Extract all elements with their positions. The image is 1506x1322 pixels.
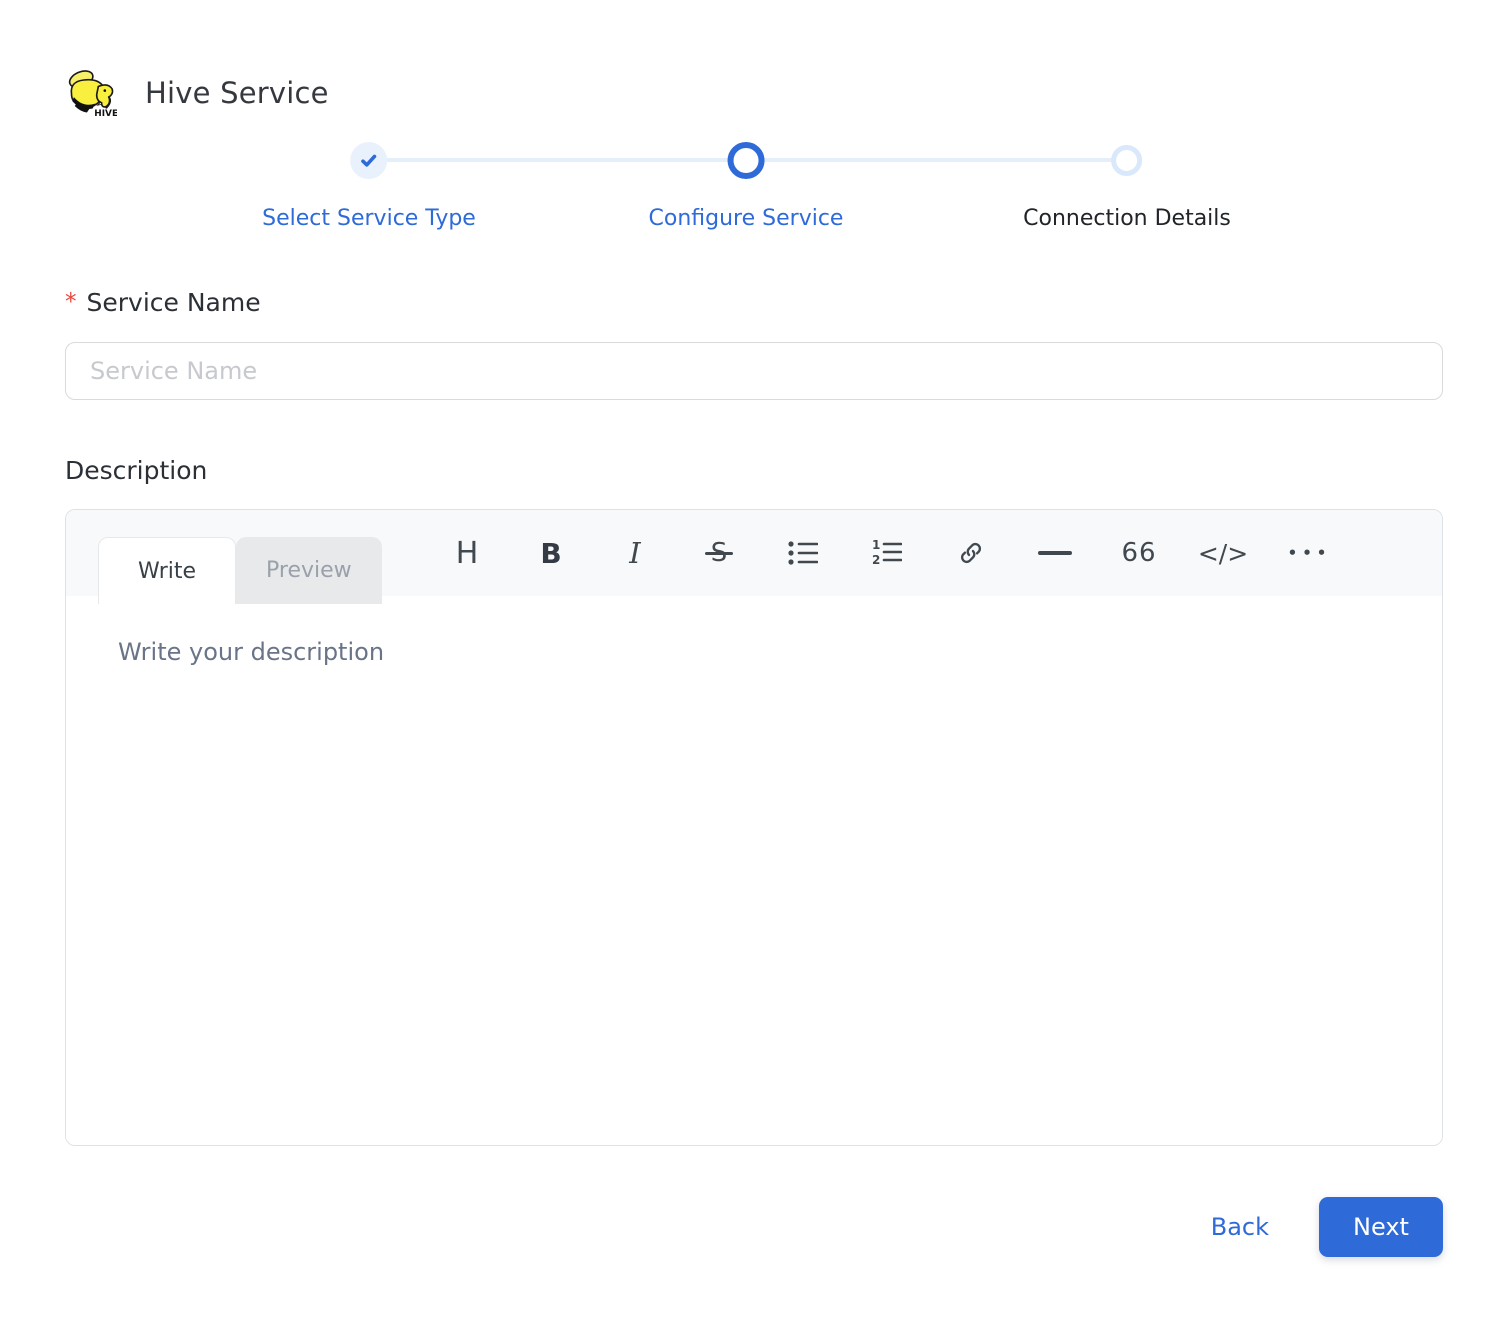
editor-body bbox=[66, 596, 1442, 1145]
horizontal-rule-icon bbox=[1038, 551, 1072, 555]
page-title: Hive Service bbox=[145, 76, 329, 110]
editor-tabs: Write Preview bbox=[98, 537, 382, 604]
heading-icon: H bbox=[456, 536, 479, 571]
horizontal-rule-button[interactable] bbox=[1035, 533, 1075, 573]
ordered-list-icon: 1 2 bbox=[872, 539, 902, 567]
step-select-service-type[interactable]: Select Service Type bbox=[262, 140, 476, 231]
svg-text:HIVE: HIVE bbox=[94, 109, 117, 118]
editor-toolbar: Write Preview H B I S bbox=[66, 510, 1442, 596]
code-icon: </> bbox=[1198, 539, 1248, 568]
next-button[interactable]: Next bbox=[1319, 1197, 1443, 1257]
heading-button[interactable]: H bbox=[447, 533, 487, 573]
strikethrough-icon: S bbox=[711, 538, 728, 568]
description-label-row: Description bbox=[65, 456, 1443, 485]
code-button[interactable]: </> bbox=[1203, 533, 1243, 573]
step-label: Configure Service bbox=[649, 206, 844, 231]
hive-service-wizard-page: HIVE Hive Service Select Service Type bbox=[0, 0, 1506, 1322]
tab-write[interactable]: Write bbox=[98, 537, 236, 604]
unordered-list-icon bbox=[788, 540, 818, 566]
svg-text:1: 1 bbox=[872, 539, 880, 552]
italic-icon: I bbox=[629, 536, 640, 570]
service-name-label: Service Name bbox=[87, 288, 261, 317]
quote-button[interactable]: 66 bbox=[1119, 533, 1159, 573]
stepper: Select Service Type Configure Service Co… bbox=[65, 140, 1443, 240]
ordered-list-button[interactable]: 1 2 bbox=[867, 533, 907, 573]
step-configure-service[interactable]: Configure Service bbox=[649, 140, 844, 231]
page-header: HIVE Hive Service bbox=[65, 0, 1443, 118]
required-asterisk: * bbox=[65, 289, 77, 315]
italic-button[interactable]: I bbox=[615, 533, 655, 573]
more-button[interactable]: ••• bbox=[1287, 533, 1327, 573]
service-name-label-row: * Service Name bbox=[65, 288, 1443, 317]
step-completed-indicator bbox=[350, 142, 387, 179]
service-name-input[interactable] bbox=[65, 342, 1443, 400]
strikethrough-button[interactable]: S bbox=[699, 533, 739, 573]
quote-icon: 66 bbox=[1121, 538, 1156, 568]
unordered-list-button[interactable] bbox=[783, 533, 823, 573]
editor-toolbar-icons: H B I S bbox=[447, 510, 1327, 596]
link-button[interactable] bbox=[951, 533, 991, 573]
step-label: Connection Details bbox=[1023, 206, 1231, 231]
back-button[interactable]: Back bbox=[1211, 1213, 1269, 1241]
check-icon bbox=[359, 151, 378, 170]
step-connection-details[interactable]: Connection Details bbox=[1023, 140, 1231, 231]
wizard-footer: Back Next bbox=[65, 1197, 1443, 1257]
step-label: Select Service Type bbox=[262, 206, 476, 231]
description-textarea[interactable] bbox=[66, 596, 1442, 1145]
link-icon bbox=[958, 540, 984, 566]
bold-icon: B bbox=[540, 537, 561, 570]
description-label: Description bbox=[65, 456, 207, 485]
hive-logo: HIVE bbox=[65, 68, 117, 118]
step-active-indicator bbox=[728, 142, 765, 179]
bold-button[interactable]: B bbox=[531, 533, 571, 573]
step-upcoming-indicator bbox=[1112, 145, 1143, 176]
tab-preview[interactable]: Preview bbox=[236, 537, 382, 604]
description-editor: Write Preview H B I S bbox=[65, 509, 1443, 1146]
more-icon: ••• bbox=[1283, 544, 1332, 562]
svg-text:2: 2 bbox=[872, 553, 880, 567]
